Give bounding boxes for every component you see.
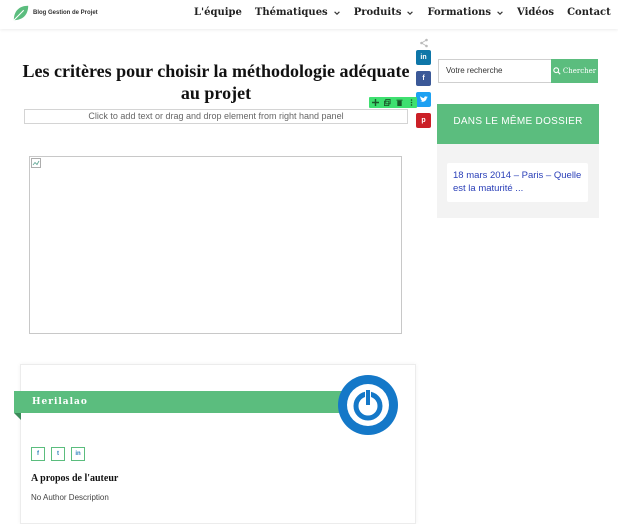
share-icon[interactable] xyxy=(419,38,429,48)
text-placeholder[interactable]: Click to add text or drag and drop eleme… xyxy=(24,109,408,124)
facebook-icon: f xyxy=(422,75,425,82)
author-twitter-button[interactable]: t xyxy=(51,447,65,461)
article-image xyxy=(29,156,402,334)
search-icon xyxy=(553,67,561,75)
nav-item-formations[interactable]: Formations xyxy=(427,7,504,18)
nav-item-thematiques[interactable]: Thématiques xyxy=(255,7,341,18)
page-title: Les critères pour choisir la méthodologi… xyxy=(22,61,410,103)
site-header: Blog Gestion de Projet L'équipe Thématiq… xyxy=(0,0,618,29)
search-button-label: Chercher xyxy=(562,67,597,75)
facebook-icon: f xyxy=(37,451,39,457)
related-article-link[interactable]: 18 mars 2014 – Paris – Quelle est la mat… xyxy=(447,163,588,202)
linkedin-icon: in xyxy=(75,451,81,457)
pinterest-icon: p xyxy=(421,117,426,124)
share-facebook-button[interactable]: f xyxy=(416,71,431,86)
element-toolbar xyxy=(369,97,417,108)
site-logo[interactable]: Blog Gestion de Projet xyxy=(12,4,98,22)
chevron-down-icon xyxy=(333,10,340,15)
main-nav: L'équipe Thématiques Produits Formations… xyxy=(194,7,618,18)
move-icon[interactable] xyxy=(371,99,379,106)
share-pinterest-button[interactable]: p xyxy=(416,113,431,128)
search-button[interactable]: Chercher xyxy=(551,59,598,83)
nav-item-videos[interactable]: Vidéos xyxy=(517,7,554,18)
twitter-icon xyxy=(419,96,428,102)
delete-icon[interactable] xyxy=(395,99,403,106)
chevron-down-icon xyxy=(407,10,414,15)
avatar xyxy=(338,375,398,435)
author-name[interactable]: Herilalao xyxy=(32,397,88,407)
about-author-heading: A propos de l'auteur xyxy=(31,473,119,484)
search-input[interactable]: Votre recherche xyxy=(438,59,551,83)
ribbon-fold xyxy=(14,413,21,420)
nav-item-produits[interactable]: Produits xyxy=(354,7,415,18)
linkedin-icon: in xyxy=(420,54,427,61)
widget-title: DANS LE MÊME DOSSIER xyxy=(437,104,599,144)
twitter-icon: t xyxy=(57,451,59,457)
author-facebook-button[interactable]: f xyxy=(31,447,45,461)
leaf-logo-icon xyxy=(13,5,29,21)
chevron-down-icon xyxy=(497,10,503,15)
related-widget: DANS LE MÊME DOSSIER 18 mars 2014 – Pari… xyxy=(437,104,599,218)
brand-name: Blog Gestion de Projet xyxy=(33,10,98,16)
nav-item-equipe[interactable]: L'équipe xyxy=(194,7,242,18)
nav-item-contact[interactable]: Contact xyxy=(567,7,611,18)
copy-icon[interactable] xyxy=(383,99,391,106)
author-linkedin-button[interactable]: in xyxy=(71,447,85,461)
broken-image-icon xyxy=(31,158,41,168)
author-description: No Author Description xyxy=(31,493,109,502)
more-options-icon[interactable] xyxy=(408,99,415,106)
share-twitter-button[interactable] xyxy=(416,92,431,107)
share-linkedin-button[interactable]: in xyxy=(416,50,431,65)
